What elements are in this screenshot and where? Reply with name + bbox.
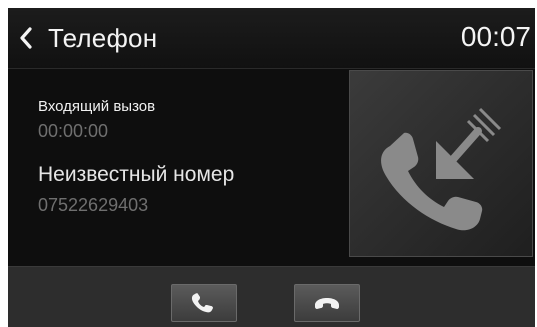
phone-hangup-icon (315, 298, 339, 309)
call-duration: 00:00:00 (38, 121, 109, 141)
reject-button[interactable] (294, 284, 360, 322)
title-bar: Телефон 00:07 (8, 8, 535, 69)
phone-answer-icon (191, 293, 213, 313)
chevron-left-icon (20, 27, 32, 49)
page-title: Телефон (48, 22, 158, 53)
caller-number: 07522629403 (38, 195, 149, 215)
call-info: Входящий вызов 00:00:00 Неизвестный номе… (38, 98, 338, 216)
clock: 00:07 (460, 21, 531, 52)
incoming-call-icon (381, 107, 502, 231)
call-status-label: Входящий вызов (38, 98, 156, 115)
caller-photo (349, 70, 533, 257)
back-button[interactable]: Телефон (18, 17, 178, 59)
answer-button[interactable] (171, 284, 237, 322)
caller-name: Неизвестный номер (38, 163, 235, 186)
call-actions-bar (8, 266, 535, 327)
phone-screen: Телефон 00:07 Входящий вызов 00:00:00 Не… (8, 8, 535, 327)
